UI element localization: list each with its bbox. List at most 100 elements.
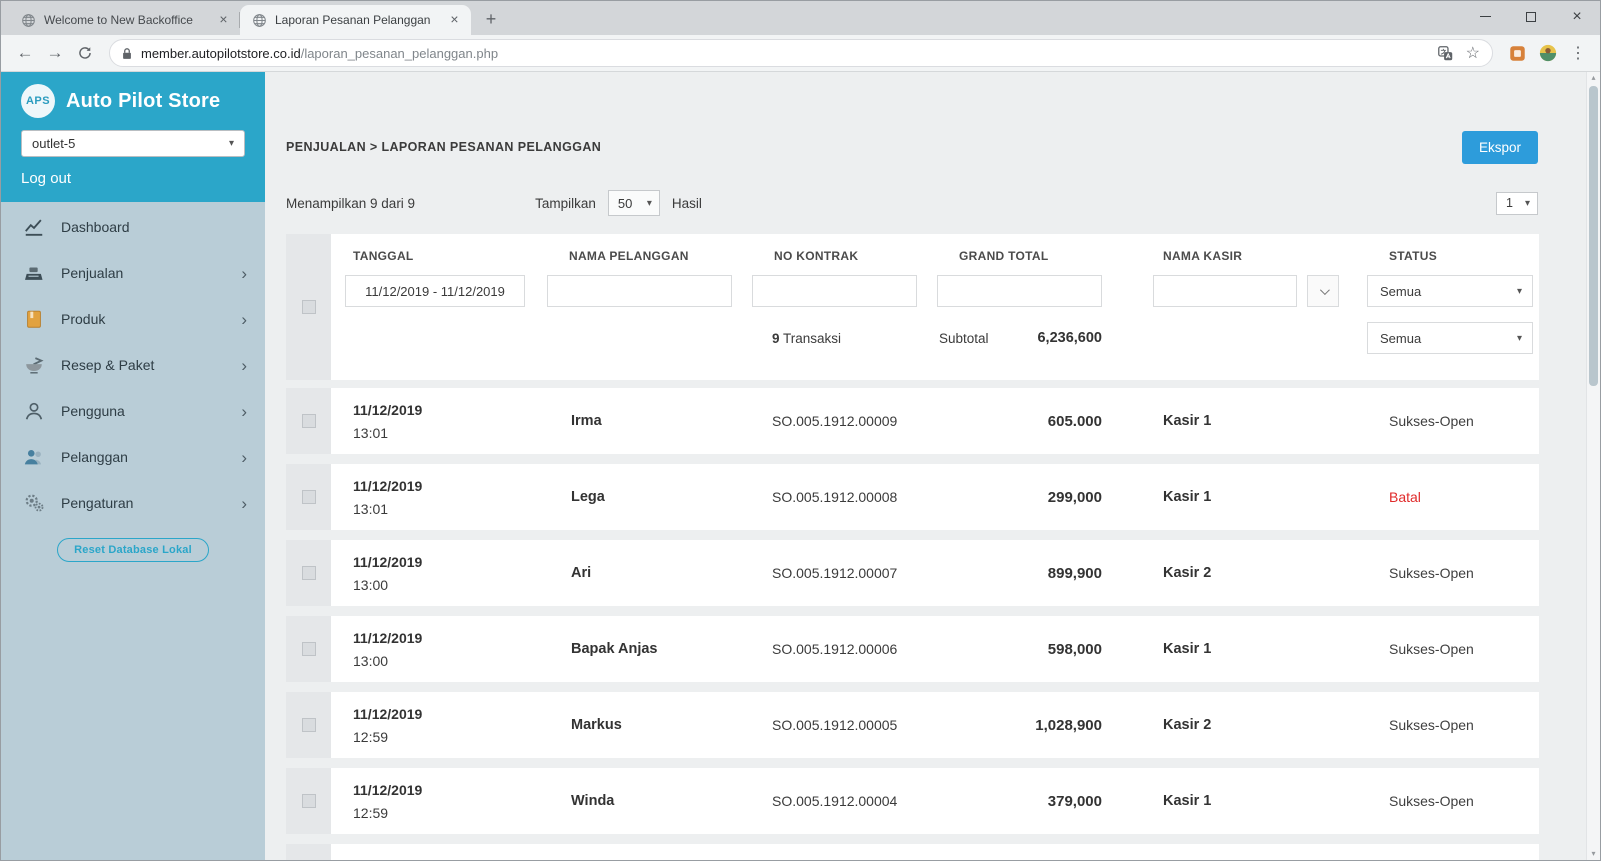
cell-grand-total: 379,000 [937,793,1131,810]
row-checkbox[interactable] [302,718,316,732]
tampilkan-label: Tampilkan [535,196,596,211]
select-all-checkbox[interactable] [302,300,316,314]
table-row-partial[interactable] [286,844,1539,860]
filter-input-nama-pelanggan[interactable] [547,275,732,307]
sidebar-item-pelanggan[interactable]: Pelanggan › [1,434,265,480]
table-row[interactable]: 11/12/201913:01 Lega SO.005.1912.00008 2… [286,464,1539,530]
orders-table: TANGGAL NAMA PELANGGAN NO KONTRAK GRAND … [286,234,1539,860]
close-button[interactable]: × [1554,1,1600,32]
logout-link[interactable]: Log out [21,170,245,187]
new-tab-button[interactable]: + [477,5,505,33]
browser-tab-laporan[interactable]: Laporan Pesanan Pelanggan × [240,5,471,35]
sidebar-item-label: Pengaturan [61,495,133,511]
address-bar[interactable]: member.autopilotstore.co.id/laporan_pesa… [109,39,1493,67]
cell-status: Batal [1367,489,1541,505]
cell-cashier: Kasir 1 [1131,489,1367,505]
row-checkbox[interactable] [302,642,316,656]
sidebar-brand-section: APS Auto Pilot Store outlet-5 ▾ Log out [1,72,265,202]
page-size-select[interactable]: 50 ▾ [608,190,660,216]
back-button[interactable]: ← [11,39,39,67]
cell-date: 11/12/201912:59 [331,706,547,745]
table-row[interactable]: 11/12/201913:00 Bapak Anjas SO.005.1912.… [286,616,1539,682]
window-controls: × [1462,1,1600,32]
tab-title: Welcome to New Backoffice [44,13,207,27]
chevron-down-icon: ▾ [1517,286,1522,297]
table-row[interactable]: 11/12/201913:01 Irma SO.005.1912.00009 6… [286,388,1539,454]
filter-input-nama-kasir[interactable] [1153,275,1297,307]
row-checkbox[interactable] [302,490,316,504]
column-header-nama-kasir: NAMA KASIR [1131,249,1367,263]
filter-input-no-kontrak[interactable] [752,275,917,307]
maximize-button[interactable] [1508,1,1554,32]
lock-icon [122,47,132,60]
checkbox-gutter [286,844,331,860]
export-button[interactable]: Ekspor [1462,131,1538,164]
scrollbar-thumb[interactable] [1589,86,1598,386]
checkbox-gutter [286,692,331,758]
outlet-select[interactable]: outlet-5 ▾ [21,130,245,157]
cell-customer: Ari [547,565,752,581]
cell-status: Sukses-Open [1367,413,1541,429]
table-row[interactable]: 11/12/201912:59 Winda SO.005.1912.00004 … [286,768,1539,834]
row-checkbox[interactable] [302,794,316,808]
row-checkbox[interactable] [302,566,316,580]
page-select[interactable]: 1 ▾ [1496,192,1538,215]
row-checkbox[interactable] [302,414,316,428]
status-filter-select[interactable]: Semua ▾ [1367,275,1533,307]
tab-strip: Welcome to New Backoffice × Laporan Pesa… [1,1,1600,35]
gears-icon [21,491,47,515]
sidebar-item-label: Pengguna [61,403,125,419]
sidebar-menu: Dashboard Penjualan › Produk › [1,202,265,860]
column-header-no-kontrak: NO KONTRAK [752,249,937,263]
tab-close-icon[interactable]: × [215,12,232,29]
scrollbar-down-icon[interactable]: ▾ [1587,848,1600,860]
cell-status: Sukses-Open [1367,793,1541,809]
browser-window: Welcome to New Backoffice × Laporan Pesa… [0,0,1601,861]
browser-menu-icon[interactable]: ⋮ [1570,43,1586,63]
status-filter-select-2[interactable]: Semua ▾ [1367,322,1533,354]
kasir-dropdown-button[interactable] [1307,275,1339,307]
cell-contract: SO.005.1912.00006 [752,641,937,657]
tab-close-icon[interactable]: × [446,12,463,29]
cell-cashier: Kasir 2 [1131,565,1367,581]
sidebar-item-resep-paket[interactable]: Resep & Paket › [1,342,265,388]
cell-contract: SO.005.1912.00005 [752,717,937,733]
table-header-block: TANGGAL NAMA PELANGGAN NO KONTRAK GRAND … [286,234,1539,380]
reload-button[interactable] [71,39,99,67]
minimize-button[interactable] [1462,1,1508,32]
scrollbar-up-icon[interactable]: ▴ [1587,72,1600,84]
subtotal-value: 6,236,600 [1037,330,1102,346]
column-header-nama-pelanggan: NAMA PELANGGAN [547,249,752,263]
table-row[interactable]: 11/12/201912:59 Markus SO.005.1912.00005… [286,692,1539,758]
table-row[interactable]: 11/12/201913:00 Ari SO.005.1912.00007 89… [286,540,1539,606]
filter-input-tanggal[interactable] [345,275,525,307]
bookmark-star-icon[interactable]: ☆ [1466,43,1480,63]
sidebar-item-label: Resep & Paket [61,357,154,373]
scrollbar[interactable]: ▴ ▾ [1586,72,1600,860]
sidebar-item-produk[interactable]: Produk › [1,296,265,342]
sidebar: APS Auto Pilot Store outlet-5 ▾ Log out … [1,72,265,860]
filter-input-grand-total[interactable] [937,275,1102,307]
outlet-select-value: outlet-5 [32,136,75,151]
page-number-value: 1 [1506,196,1513,210]
showing-count-text: Menampilkan 9 dari 9 [286,196,415,211]
forward-button[interactable]: → [41,39,69,67]
extension-icon[interactable] [1509,45,1526,62]
sidebar-item-penjualan[interactable]: Penjualan › [1,250,265,296]
sidebar-item-pengguna[interactable]: Pengguna › [1,388,265,434]
brand-logo: APS [21,84,55,118]
chevron-right-icon: › [241,449,247,466]
chevron-right-icon: › [241,495,247,512]
sidebar-item-pengaturan[interactable]: Pengaturan › [1,480,265,526]
chevron-down-icon: ▾ [1525,198,1530,209]
tab-title: Laporan Pesanan Pelanggan [275,13,438,27]
user-icon [21,399,47,423]
cell-grand-total: 605.000 [937,413,1131,430]
profile-avatar-icon[interactable] [1539,44,1557,62]
cell-contract: SO.005.1912.00009 [752,413,937,429]
reset-database-button[interactable]: Reset Database Lokal [57,538,209,562]
browser-tab-welcome[interactable]: Welcome to New Backoffice × [9,5,240,35]
sidebar-item-dashboard[interactable]: Dashboard [1,204,265,250]
mortar-pestle-icon [21,353,47,377]
translate-icon[interactable] [1437,45,1454,62]
